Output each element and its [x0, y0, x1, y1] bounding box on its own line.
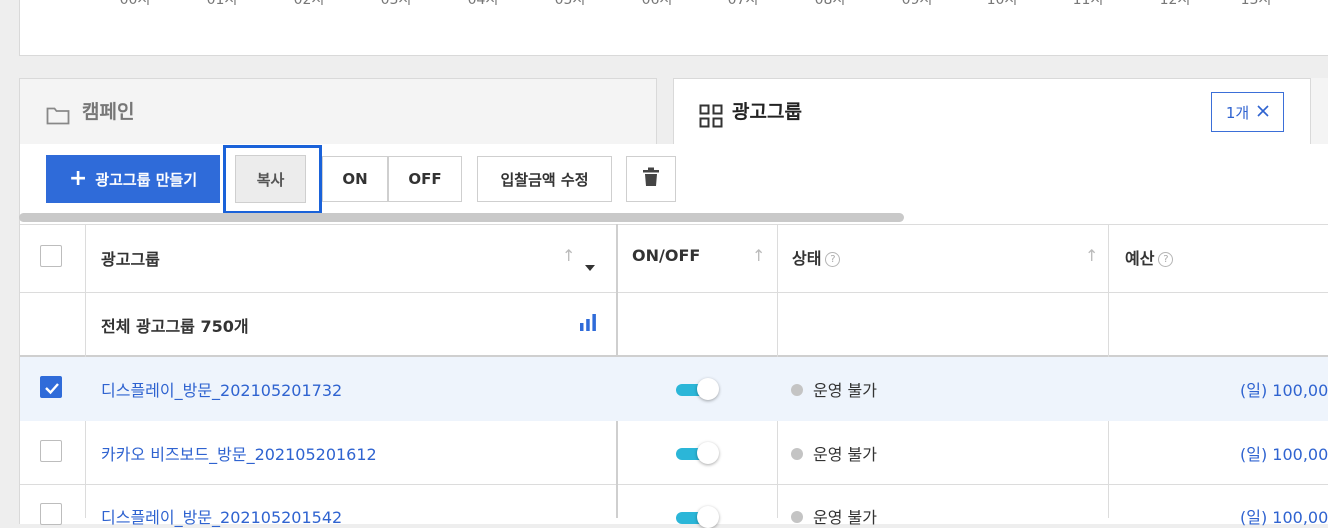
check-icon: [45, 383, 59, 395]
status-dot-icon: [791, 447, 803, 460]
bar-chart-icon[interactable]: [579, 313, 597, 335]
hour-label: 04시: [467, 0, 499, 8]
row-checkbox[interactable]: [40, 503, 62, 525]
column-header-budget[interactable]: 예산?: [1125, 245, 1174, 269]
sort-arrow-icon[interactable]: ↑: [562, 246, 575, 265]
column-header-status[interactable]: 상태?: [792, 245, 841, 269]
copy-button[interactable]: 복사: [235, 155, 306, 203]
status-text: 운영 불가: [813, 381, 877, 400]
row-checkbox[interactable]: [40, 440, 62, 462]
hour-label: 11시: [1072, 0, 1104, 8]
plus-icon: +: [68, 166, 88, 191]
status-text: 운영 불가: [813, 445, 877, 464]
hour-label: 09시: [901, 0, 933, 8]
column-header-status-label: 상태: [792, 249, 822, 268]
folder-icon: [46, 105, 70, 129]
adgroup-name-link[interactable]: 디스플레이_방문_202105201732: [101, 377, 342, 401]
hour-label: 02시: [293, 0, 325, 8]
selected-count: 1개: [1225, 103, 1250, 122]
table-row-divider: [20, 484, 1328, 485]
hour-label: 08시: [814, 0, 846, 8]
onoff-toggle[interactable]: [676, 442, 720, 464]
grid-icon: [699, 104, 723, 132]
close-icon[interactable]: [1257, 103, 1269, 121]
create-adgroup-button[interactable]: + 광고그룹 만들기: [46, 155, 220, 203]
column-header-onoff[interactable]: ON/OFF: [632, 246, 700, 265]
onoff-toggle[interactable]: [676, 506, 720, 528]
status-cell: 운영 불가: [791, 377, 877, 401]
hour-label: 12시: [1159, 0, 1191, 8]
status-dot-icon: [791, 510, 803, 523]
hour-label: 07시: [727, 0, 759, 8]
sort-arrow-icon[interactable]: ↑: [1085, 246, 1098, 265]
hour-label: 03시: [380, 0, 412, 8]
budget-cell[interactable]: (일) 100,000: [1240, 504, 1328, 528]
select-all-checkbox[interactable]: [40, 245, 62, 267]
table-top-border: [20, 224, 1328, 225]
hour-label: 01시: [206, 0, 238, 8]
column-header-adgroup[interactable]: 광고그룹: [101, 246, 160, 270]
status-dot-icon: [791, 383, 803, 396]
budget-cell[interactable]: (일) 100,000: [1240, 441, 1328, 465]
help-icon[interactable]: ?: [1158, 252, 1174, 267]
delete-button[interactable]: [626, 156, 676, 202]
row-checkbox[interactable]: [40, 376, 62, 398]
sort-arrow-icon[interactable]: ↑: [752, 246, 765, 265]
tab-campaign[interactable]: 캠페인: [19, 78, 657, 145]
tab-adgroup[interactable]: 광고그룹 1개: [673, 78, 1312, 147]
adgroup-name-link[interactable]: 디스플레이_방문_202105201542: [101, 504, 342, 528]
budget-cell[interactable]: (일) 100,000: [1240, 377, 1328, 401]
hour-label: 06시: [641, 0, 673, 8]
trash-icon: [642, 167, 660, 191]
hour-label: 05시: [554, 0, 586, 8]
hourly-chart-card: 00시 01시 02시 03시 04시 05시 06시 07시 08시 09시 …: [19, 0, 1328, 56]
horizontal-scrollbar[interactable]: [19, 213, 904, 222]
caret-down-icon[interactable]: [585, 256, 595, 275]
off-button[interactable]: OFF: [388, 156, 462, 202]
adgroup-name-link[interactable]: 카카오 비즈보드_방문_202105201612: [101, 441, 377, 465]
hour-label: 10시: [986, 0, 1018, 8]
hour-label: 13시: [1240, 0, 1272, 8]
selected-count-chip[interactable]: 1개: [1211, 92, 1284, 132]
status-cell: 운영 불가: [791, 441, 877, 465]
column-header-budget-label: 예산: [1125, 249, 1155, 268]
onoff-toggle[interactable]: [676, 378, 720, 400]
summary-total: 전체 광고그룹 750개: [101, 317, 249, 336]
hour-label: 00시: [119, 0, 151, 8]
help-icon[interactable]: ?: [825, 252, 841, 267]
tab-strip-filler: [1310, 78, 1328, 146]
tab-campaign-label: 캠페인: [82, 101, 135, 123]
tab-adgroup-label: 광고그룹: [732, 101, 802, 123]
on-button[interactable]: ON: [322, 156, 388, 202]
edit-bid-button[interactable]: 입찰금액 수정: [477, 156, 612, 202]
status-cell: 운영 불가: [791, 504, 877, 528]
table-header-divider: [20, 292, 1328, 293]
create-adgroup-label: 광고그룹 만들기: [95, 170, 198, 189]
